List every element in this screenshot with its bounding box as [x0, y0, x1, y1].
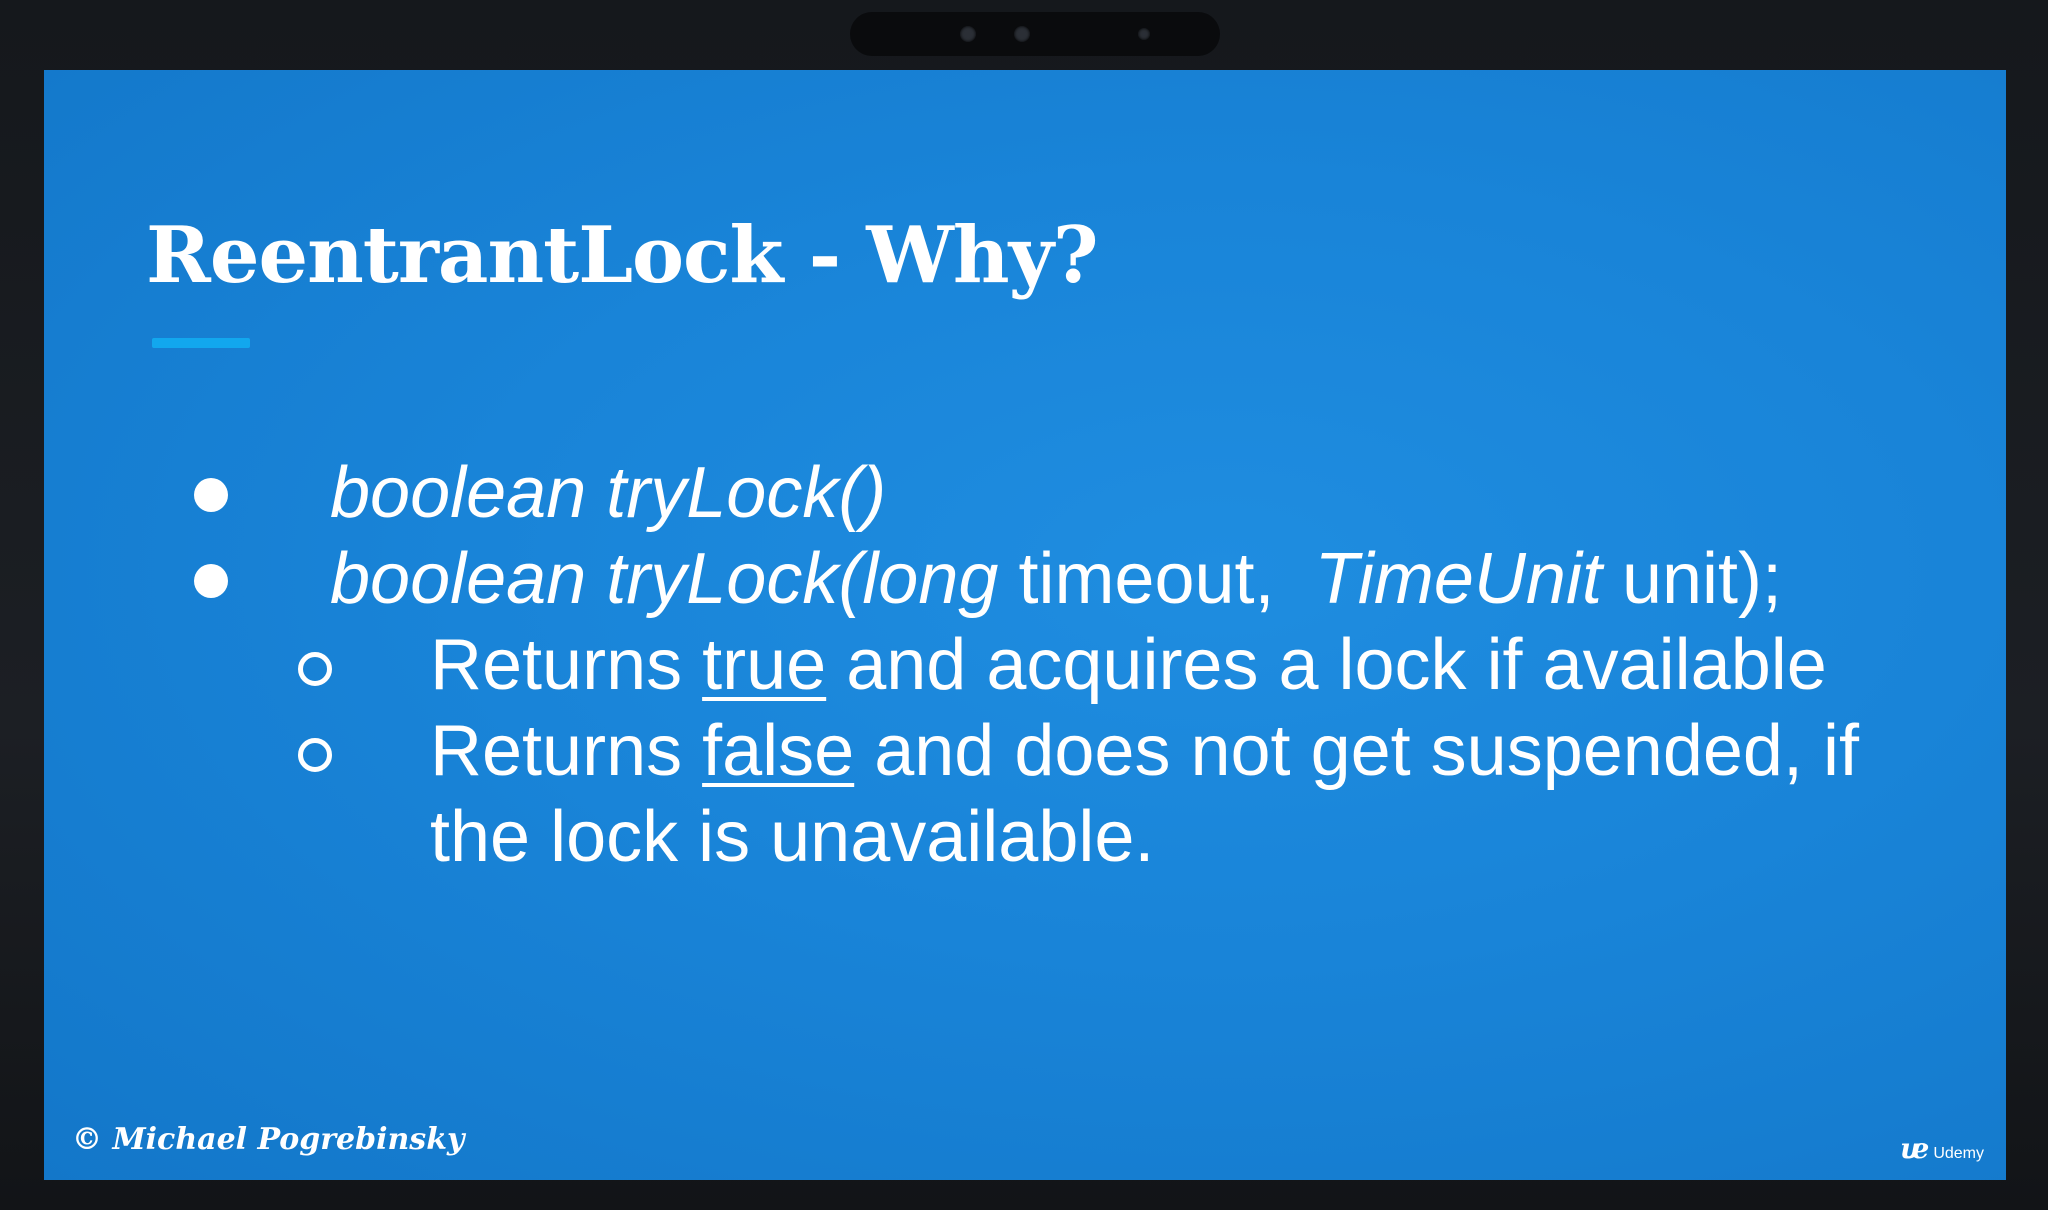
camera-sensor-icon	[1138, 28, 1150, 40]
bullet-disc-icon	[194, 564, 228, 598]
copyright-notice: © Michael Pogrebinsky	[72, 1122, 465, 1157]
sub-bullet-prefix: Returns	[430, 711, 703, 791]
bullet-text: boolean tryLock()	[330, 453, 887, 533]
udemy-logo-icon: ᵫ	[1900, 1132, 1930, 1165]
sub-bullet-true: Returns true and acquires a lock if avai…	[194, 622, 1859, 708]
bullet-item-trylock-timeout: boolean tryLock(long timeout, TimeUnit u…	[194, 536, 1859, 622]
bullet-disc-icon	[194, 478, 228, 512]
presentation-slide: ReentrantLock - Why? boolean tryLock() b…	[44, 70, 2006, 1180]
udemy-logo: ᵫ Udemy	[1900, 1132, 1984, 1165]
param-timeout: timeout,	[998, 539, 1315, 619]
bullet-item-trylock: boolean tryLock()	[194, 450, 1859, 536]
camera-lens-icon	[960, 26, 976, 42]
emphasis-false: false	[702, 711, 855, 791]
sub-bullet-suffix: and does not get suspended, if	[854, 711, 1859, 791]
slide-title: ReentrantLock - Why?	[146, 210, 1099, 301]
emphasis-true: true	[702, 625, 827, 705]
param-type-long: long	[862, 539, 999, 619]
bullet-circle-icon	[298, 652, 332, 686]
brand-name: Udemy	[1933, 1145, 1984, 1162]
method-signature: boolean tryLock(	[330, 539, 863, 619]
title-underline	[152, 338, 250, 348]
sub-bullet-false: Returns false and does not get suspended…	[194, 708, 1859, 794]
sub-bullet-suffix: and acquires a lock if available	[826, 625, 1827, 705]
laptop-bezel: ReentrantLock - Why? boolean tryLock() b…	[0, 0, 2048, 1210]
sub-bullet-prefix: Returns	[430, 625, 703, 705]
webcam-bar	[850, 12, 1220, 56]
param-type-timeunit: TimeUnit	[1314, 539, 1602, 619]
sub-bullet-continuation-text: the lock is unavailable.	[430, 797, 1155, 877]
param-unit: unit);	[1601, 539, 1783, 619]
sub-bullet-continuation: the lock is unavailable.	[194, 794, 1859, 880]
bullet-list: boolean tryLock() boolean tryLock(long t…	[194, 450, 1859, 880]
bullet-circle-icon	[298, 738, 332, 772]
camera-lens-icon	[1014, 26, 1030, 42]
